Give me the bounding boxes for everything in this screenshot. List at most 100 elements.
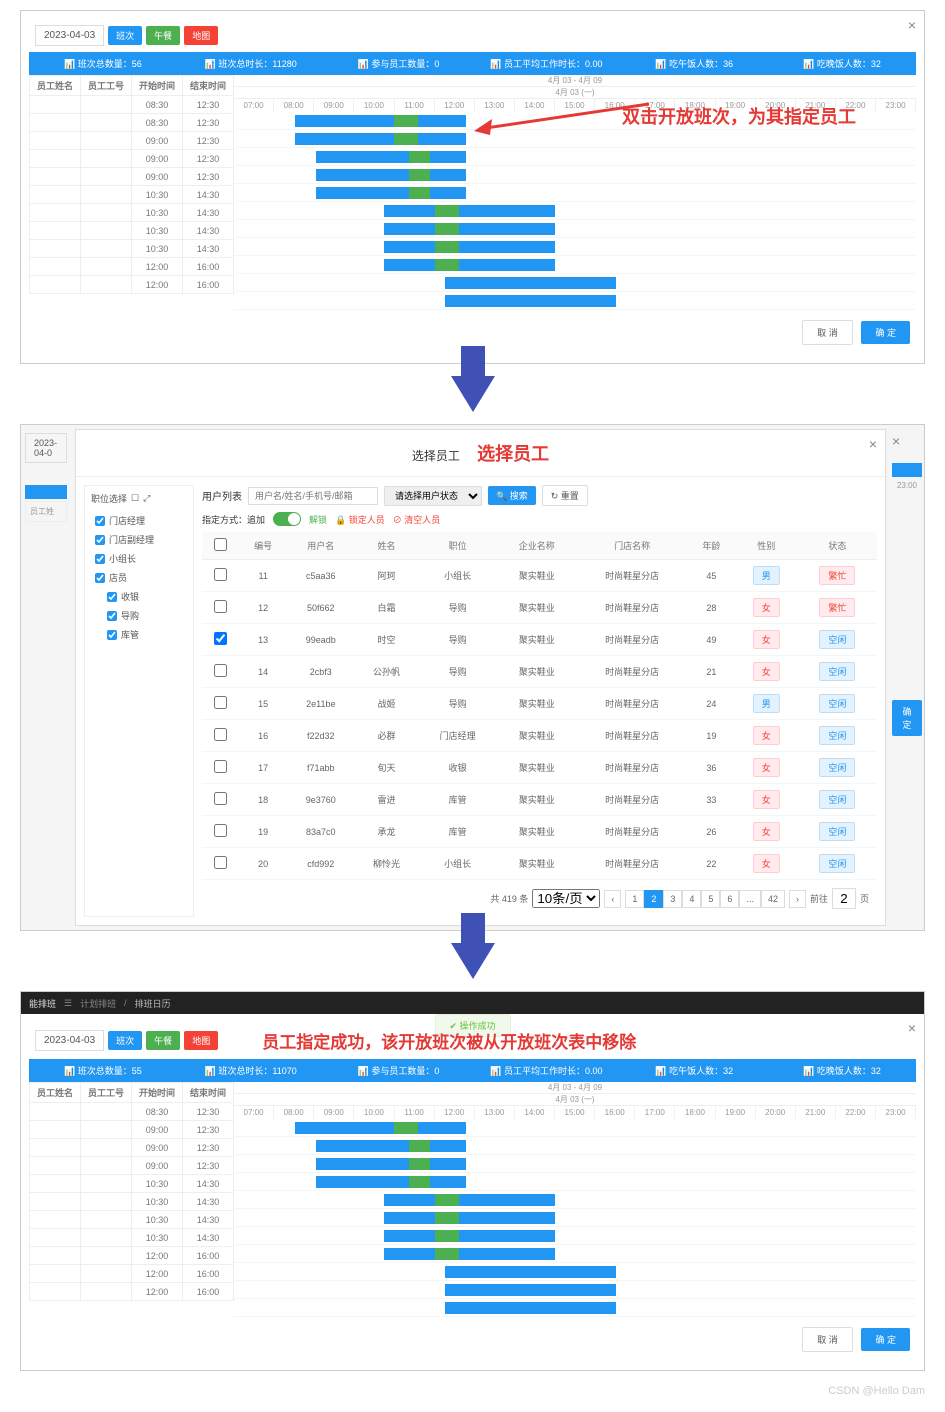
append-toggle[interactable] [273, 512, 301, 526]
close-icon[interactable]: × [869, 436, 877, 452]
row-checkbox[interactable] [214, 600, 227, 613]
row-checkbox[interactable] [214, 792, 227, 805]
user-row[interactable]: 20cfd992柳怜光小组长聚实鞋业时尚鞋星分店22 女 空闲 [202, 848, 877, 880]
map-button[interactable]: 地图 [184, 26, 218, 45]
tree-item[interactable]: 店员 [91, 568, 187, 587]
cancel-button[interactable]: 取 消 [802, 320, 853, 345]
row-checkbox[interactable] [214, 664, 227, 677]
tree-item[interactable]: 门店副经理 [91, 530, 187, 549]
gantt-row[interactable] [234, 1137, 916, 1155]
gantt-row[interactable] [234, 1119, 916, 1137]
user-row[interactable]: 11c5aa36阿珂小组长聚实鞋业时尚鞋星分店45 男 繁忙 [202, 560, 877, 592]
user-row[interactable]: 17f71abb旬天收银聚实鞋业时尚鞋星分店36 女 空闲 [202, 752, 877, 784]
search-button[interactable]: 🔍 搜索 [488, 486, 536, 505]
next-page[interactable]: › [789, 890, 806, 908]
select-all-checkbox[interactable] [214, 538, 227, 551]
view-button[interactable]: 班次 [108, 1031, 142, 1050]
page-number[interactable]: 1 [625, 890, 644, 908]
gantt-row[interactable] [234, 1173, 916, 1191]
lunch-button[interactable]: 午餐 [146, 26, 180, 45]
tree-checkbox[interactable] [107, 611, 117, 621]
gantt-row[interactable] [234, 1245, 916, 1263]
page-number[interactable]: 3 [663, 890, 682, 908]
cancel-button[interactable]: 取 消 [802, 1327, 853, 1352]
page-number[interactable]: 6 [720, 890, 739, 908]
user-row[interactable]: 16f22d32必群门店经理聚实鞋业时尚鞋星分店19 女 空闲 [202, 720, 877, 752]
lunch-button[interactable]: 午餐 [146, 1031, 180, 1050]
status-tag: 空闲 [819, 726, 855, 745]
map-button[interactable]: 地图 [184, 1031, 218, 1050]
user-row[interactable]: 189e3760雷进库管聚实鞋业时尚鞋星分店33 女 空闲 [202, 784, 877, 816]
gantt-row[interactable] [234, 1155, 916, 1173]
date-display[interactable]: 2023-04-03 [35, 1030, 104, 1051]
close-icon[interactable]: × [908, 1020, 916, 1036]
row-checkbox[interactable] [214, 696, 227, 709]
tree-item[interactable]: 小组长 [91, 549, 187, 568]
tree-checkbox[interactable] [95, 516, 105, 526]
user-row[interactable]: 142cbf3公孙帆导购聚实鞋业时尚鞋星分店21 女 空闲 [202, 656, 877, 688]
checkbox-icon[interactable]: ☐ [131, 493, 139, 504]
date-display[interactable]: 2023-04-0 [25, 433, 67, 463]
search-input[interactable] [248, 487, 378, 505]
tree-checkbox[interactable] [95, 573, 105, 583]
gantt-row[interactable] [234, 1263, 916, 1281]
gantt-row[interactable] [234, 1209, 916, 1227]
gantt-row[interactable] [234, 256, 916, 274]
stat-item: 📊 吃晚饭人数：32 [768, 52, 916, 75]
page-number[interactable]: 4 [682, 890, 701, 908]
gantt-row[interactable] [234, 166, 916, 184]
tree-checkbox[interactable] [95, 535, 105, 545]
expand-icon[interactable]: ⤢ [143, 493, 150, 504]
ok-button[interactable]: 确 定 [861, 1328, 910, 1351]
gender-tag: 女 [753, 630, 780, 649]
gantt-row[interactable] [234, 220, 916, 238]
gantt-row[interactable] [234, 202, 916, 220]
clear-people-link[interactable]: ⊘ 清空人员 [393, 513, 441, 526]
breadcrumb-b[interactable]: 排班日历 [135, 997, 171, 1010]
close-icon[interactable]: × [892, 433, 900, 449]
row-checkbox[interactable] [214, 632, 227, 645]
gantt-row[interactable] [234, 292, 916, 310]
tree-checkbox[interactable] [95, 554, 105, 564]
user-row[interactable]: 1399eadb时空导购聚实鞋业时尚鞋星分店49 女 空闲 [202, 624, 877, 656]
gantt-row[interactable] [234, 1281, 916, 1299]
gantt-row[interactable] [234, 1227, 916, 1245]
menu-icon[interactable]: ☰ [64, 998, 72, 1009]
row-checkbox[interactable] [214, 568, 227, 581]
view-button[interactable]: 班次 [108, 26, 142, 45]
user-row[interactable]: 152e11be战姬导购聚实鞋业时尚鞋星分店24 男 空闲 [202, 688, 877, 720]
user-row[interactable]: 1983a7c0承龙库管聚实鞋业时尚鞋星分店26 女 空闲 [202, 816, 877, 848]
tree-checkbox[interactable] [107, 630, 117, 640]
ok-button[interactable]: 确 定 [892, 700, 922, 736]
row-checkbox[interactable] [214, 728, 227, 741]
gantt-row[interactable] [234, 1299, 916, 1317]
tree-item[interactable]: 门店经理 [91, 511, 187, 530]
tree-item[interactable]: 导购 [91, 606, 187, 625]
gantt-row[interactable] [234, 1191, 916, 1209]
ok-button[interactable]: 确 定 [861, 321, 910, 344]
page-number[interactable]: 42 [761, 890, 785, 908]
tree-item[interactable]: 库管 [91, 625, 187, 644]
prev-page[interactable]: ‹ [604, 890, 621, 908]
lock-people-link[interactable]: 🔒 锁定人员 [335, 513, 385, 526]
gantt-row[interactable] [234, 184, 916, 202]
page-number[interactable]: ... [739, 890, 761, 908]
goto-input[interactable] [832, 888, 856, 909]
tree-checkbox[interactable] [107, 592, 117, 602]
page-number[interactable]: 5 [701, 890, 720, 908]
row-checkbox[interactable] [214, 856, 227, 869]
gantt-row[interactable] [234, 148, 916, 166]
user-row[interactable]: 1250f662白霜导购聚实鞋业时尚鞋星分店28 女 繁忙 [202, 592, 877, 624]
close-icon[interactable]: × [908, 17, 916, 33]
page-size-select[interactable]: 10条/页 [532, 889, 600, 908]
row-checkbox[interactable] [214, 824, 227, 837]
page-number[interactable]: 2 [644, 890, 663, 908]
status-select[interactable]: 请选择用户状态 [384, 486, 482, 506]
date-display[interactable]: 2023-04-03 [35, 25, 104, 46]
tree-item[interactable]: 收银 [91, 587, 187, 606]
reset-button[interactable]: ↻ 重置 [542, 485, 588, 506]
breadcrumb-a[interactable]: 计划排班 [80, 997, 116, 1010]
gantt-row[interactable] [234, 238, 916, 256]
gantt-row[interactable] [234, 274, 916, 292]
row-checkbox[interactable] [214, 760, 227, 773]
